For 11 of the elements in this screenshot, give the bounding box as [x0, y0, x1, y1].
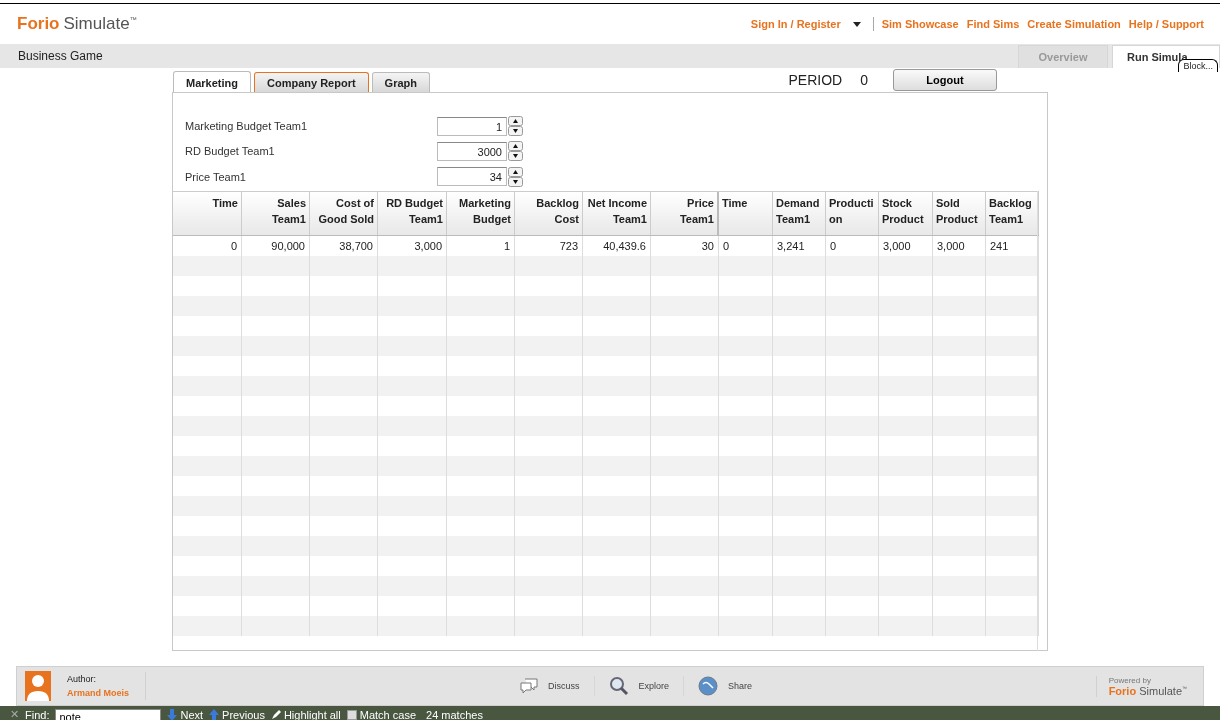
match-count: 24 matches: [426, 708, 483, 720]
field-label: Price Team1: [185, 169, 247, 185]
period-value: 0: [860, 72, 868, 88]
powered-by-logo: Powered by Forio Simulate$^{™}$: [1095, 675, 1187, 697]
field-label: Marketing Budget Team1: [185, 119, 309, 134]
find-label: Find:: [25, 708, 50, 720]
field-label: RD Budget Team1: [185, 144, 276, 160]
author-label: Author:: [67, 673, 98, 686]
logo: Forio Simulate$^{™}$: [17, 14, 137, 34]
period-label: PERIOD: [788, 72, 843, 88]
page-title: Business Game: [18, 49, 103, 63]
